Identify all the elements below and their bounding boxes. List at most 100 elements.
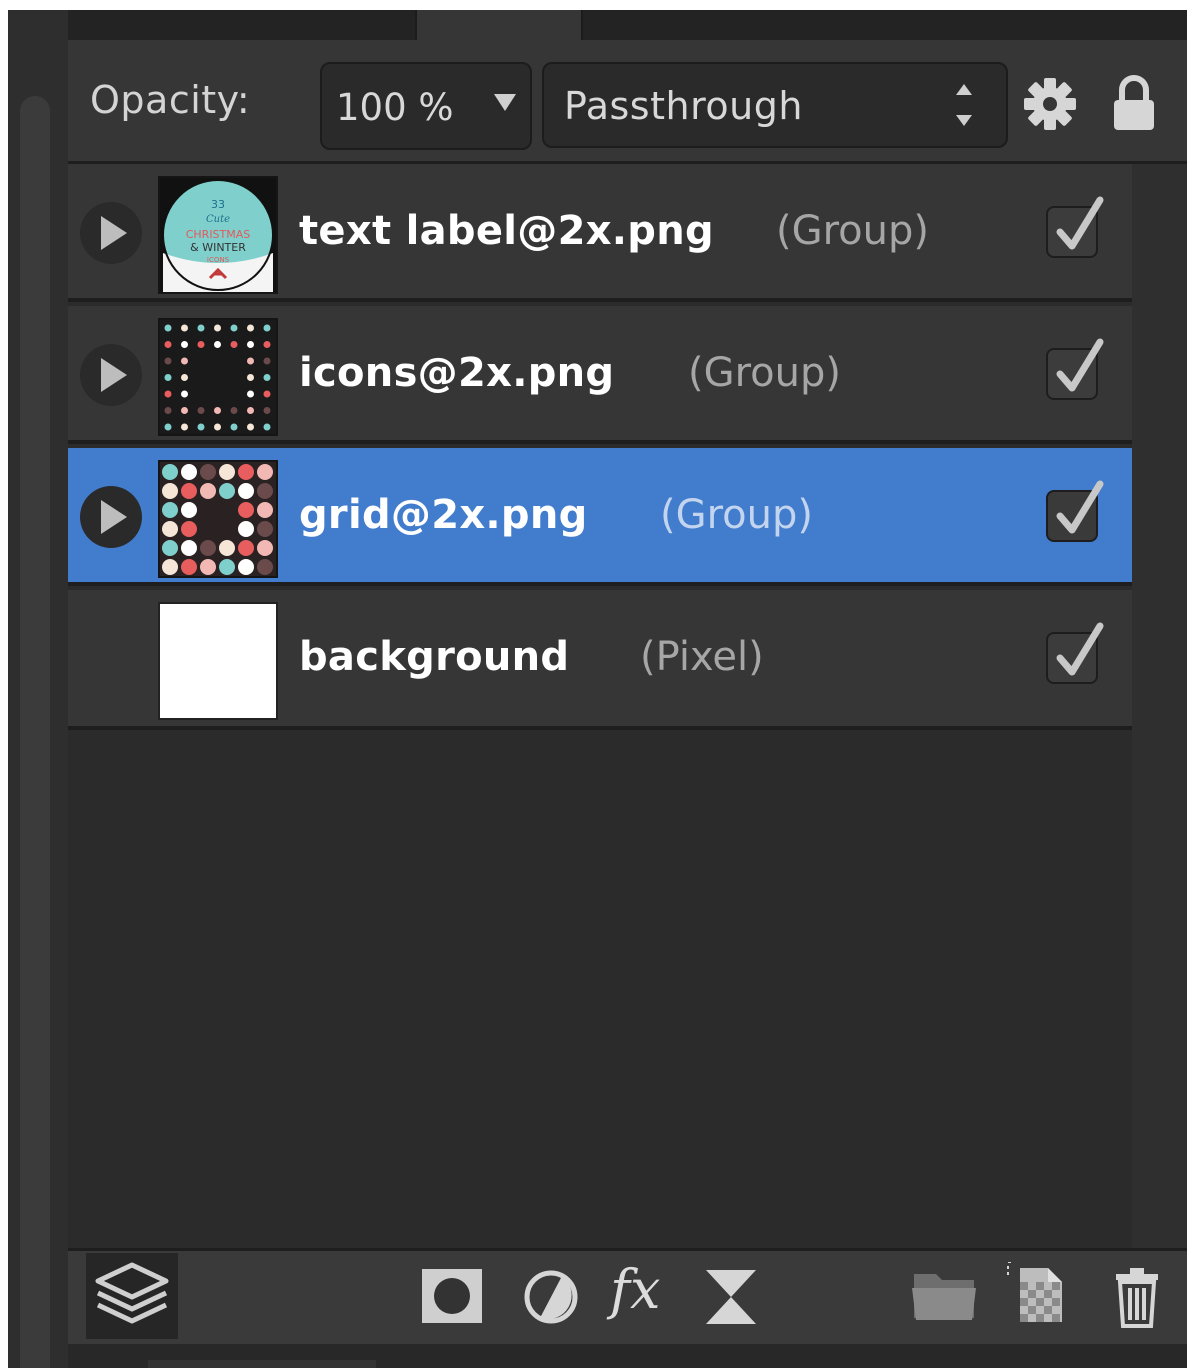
thumbnail-dot — [164, 390, 172, 398]
thumbnail-dot — [257, 521, 273, 537]
thumbnail-dot — [181, 540, 197, 556]
layer-row-background[interactable]: background (Pixel) — [68, 590, 1132, 730]
thumbnail-dot — [197, 423, 205, 431]
thumbnail-dot — [197, 407, 205, 414]
thumbnail-dot — [181, 559, 197, 575]
layer-row-icons[interactable]: icons@2x.png (Group) — [68, 306, 1132, 444]
add-pixel-layer-icon[interactable] — [1004, 1262, 1068, 1324]
thumbnail-dot — [197, 341, 205, 348]
thumbnail-dot — [164, 423, 172, 431]
thumbnail-dot — [164, 374, 172, 381]
thumbnail-dot — [181, 341, 188, 348]
thumb-line3: & WINTER — [190, 241, 246, 254]
layer-type: (Group) — [776, 208, 929, 254]
layer-name: icons@2x.png — [299, 350, 615, 396]
thumbnail-dot — [162, 521, 178, 537]
thumbnail-dot — [164, 357, 172, 365]
layer-row-text-label[interactable]: 33 Cute CHRISTMAS & WINTER ICONS text la… — [68, 164, 1132, 302]
fx-icon[interactable]: fx — [610, 1258, 660, 1321]
tab-layers[interactable] — [415, 10, 583, 40]
live-filter-icon[interactable] — [702, 1268, 760, 1326]
layer-name: grid@2x.png — [299, 492, 588, 538]
layer-row-grid[interactable]: grid@2x.png (Group) — [68, 448, 1132, 586]
thumbnail-dot — [181, 324, 188, 332]
thumbnail-dot — [247, 324, 254, 332]
thumbnail-dot — [181, 374, 188, 381]
thumbnail-dot — [263, 390, 271, 398]
layers-scrollbar-track[interactable] — [1132, 164, 1187, 1248]
thumbnail-dot — [238, 502, 254, 518]
checkmark-icon — [1056, 480, 1104, 534]
visibility-checkbox[interactable] — [1046, 196, 1104, 258]
thumbnail-dot — [238, 483, 254, 499]
opacity-dropdown[interactable]: 100 % — [320, 62, 532, 150]
thumbnail-dot — [238, 464, 254, 480]
thumbnail-dot — [181, 483, 197, 499]
thumbnail-dot — [200, 559, 216, 575]
christmas-label-thumbnail: 33 Cute CHRISTMAS & WINTER ICONS — [162, 179, 274, 292]
left-scrollbar[interactable] — [20, 96, 50, 1368]
gear-icon[interactable] — [1022, 76, 1078, 132]
thumbnail-dot — [162, 540, 178, 556]
blend-mode-select[interactable]: Passthrough — [542, 62, 1008, 148]
group-folder-icon[interactable] — [910, 1266, 978, 1322]
checkmark-icon — [1056, 622, 1104, 676]
thumbnail-dot — [263, 423, 271, 431]
layers-icon[interactable] — [86, 1253, 178, 1339]
layer-type: (Group) — [660, 492, 813, 538]
dot-grid-thumbnail — [162, 464, 273, 575]
adjustment-icon[interactable] — [522, 1268, 580, 1326]
thumbnail-dot — [214, 341, 221, 348]
opacity-label: Opacity: — [90, 78, 251, 122]
thumbnail-dot — [230, 324, 238, 332]
mask-icon[interactable] — [421, 1268, 483, 1324]
layer-thumbnail — [158, 318, 278, 436]
layer-thumbnail — [158, 602, 278, 720]
thumbnail-dot — [214, 423, 221, 431]
thumbnail-dot — [181, 407, 188, 414]
lock-icon[interactable] — [1110, 74, 1158, 132]
window-frame-top — [0, 0, 1187, 10]
checkmark-icon — [1056, 338, 1104, 392]
thumbnail-dot — [257, 483, 273, 499]
window-frame-left — [0, 0, 8, 1368]
thumbnail-dot — [181, 521, 197, 537]
thumbnail-dot — [181, 390, 188, 398]
thumbnail-dot — [263, 407, 271, 414]
checkmark-icon — [1056, 196, 1104, 250]
thumbnail-dot — [257, 464, 273, 480]
thumbnail-dot — [263, 374, 271, 381]
expand-arrow-icon[interactable] — [80, 202, 142, 264]
trash-icon[interactable] — [1114, 1266, 1160, 1328]
layer-thumbnail: 33 Cute CHRISTMAS & WINTER ICONS — [158, 176, 278, 294]
thumbnail-dot — [200, 483, 216, 499]
visibility-checkbox[interactable] — [1046, 338, 1104, 400]
blend-mode-value: Passthrough — [564, 84, 803, 128]
thumbnail-dot — [164, 407, 172, 414]
expand-arrow-icon[interactable] — [80, 486, 142, 548]
thumb-line2: CHRISTMAS — [186, 228, 251, 241]
thumbnail-dot — [257, 502, 273, 518]
thumb-line4: ICONS — [207, 256, 230, 264]
thumbnail-dot — [181, 464, 197, 480]
thumbnail-dot — [219, 483, 235, 499]
visibility-checkbox[interactable] — [1046, 622, 1104, 684]
layer-name: background — [299, 634, 570, 680]
thumbnail-dot — [247, 357, 254, 365]
layer-name: text label@2x.png — [299, 208, 714, 254]
thumbnail-dot — [230, 341, 238, 348]
thumbnail-dot — [238, 559, 254, 575]
thumbnail-dot — [197, 324, 205, 332]
chevron-down-icon — [494, 94, 516, 111]
layers-list: 33 Cute CHRISTMAS & WINTER ICONS text la… — [68, 164, 1132, 1248]
thumbnail-dot — [162, 483, 178, 499]
opacity-value: 100 % — [336, 86, 454, 129]
thumbnail-dot — [219, 464, 235, 480]
visibility-checkbox[interactable] — [1046, 480, 1104, 542]
bottom-panel-tab[interactable] — [148, 1360, 376, 1368]
thumbnail-dot — [214, 324, 221, 332]
thumbnail-dot — [200, 540, 216, 556]
expand-arrow-icon[interactable] — [80, 344, 142, 406]
panel-tab-strip — [68, 10, 1187, 40]
thumbnail-dot — [181, 423, 188, 431]
